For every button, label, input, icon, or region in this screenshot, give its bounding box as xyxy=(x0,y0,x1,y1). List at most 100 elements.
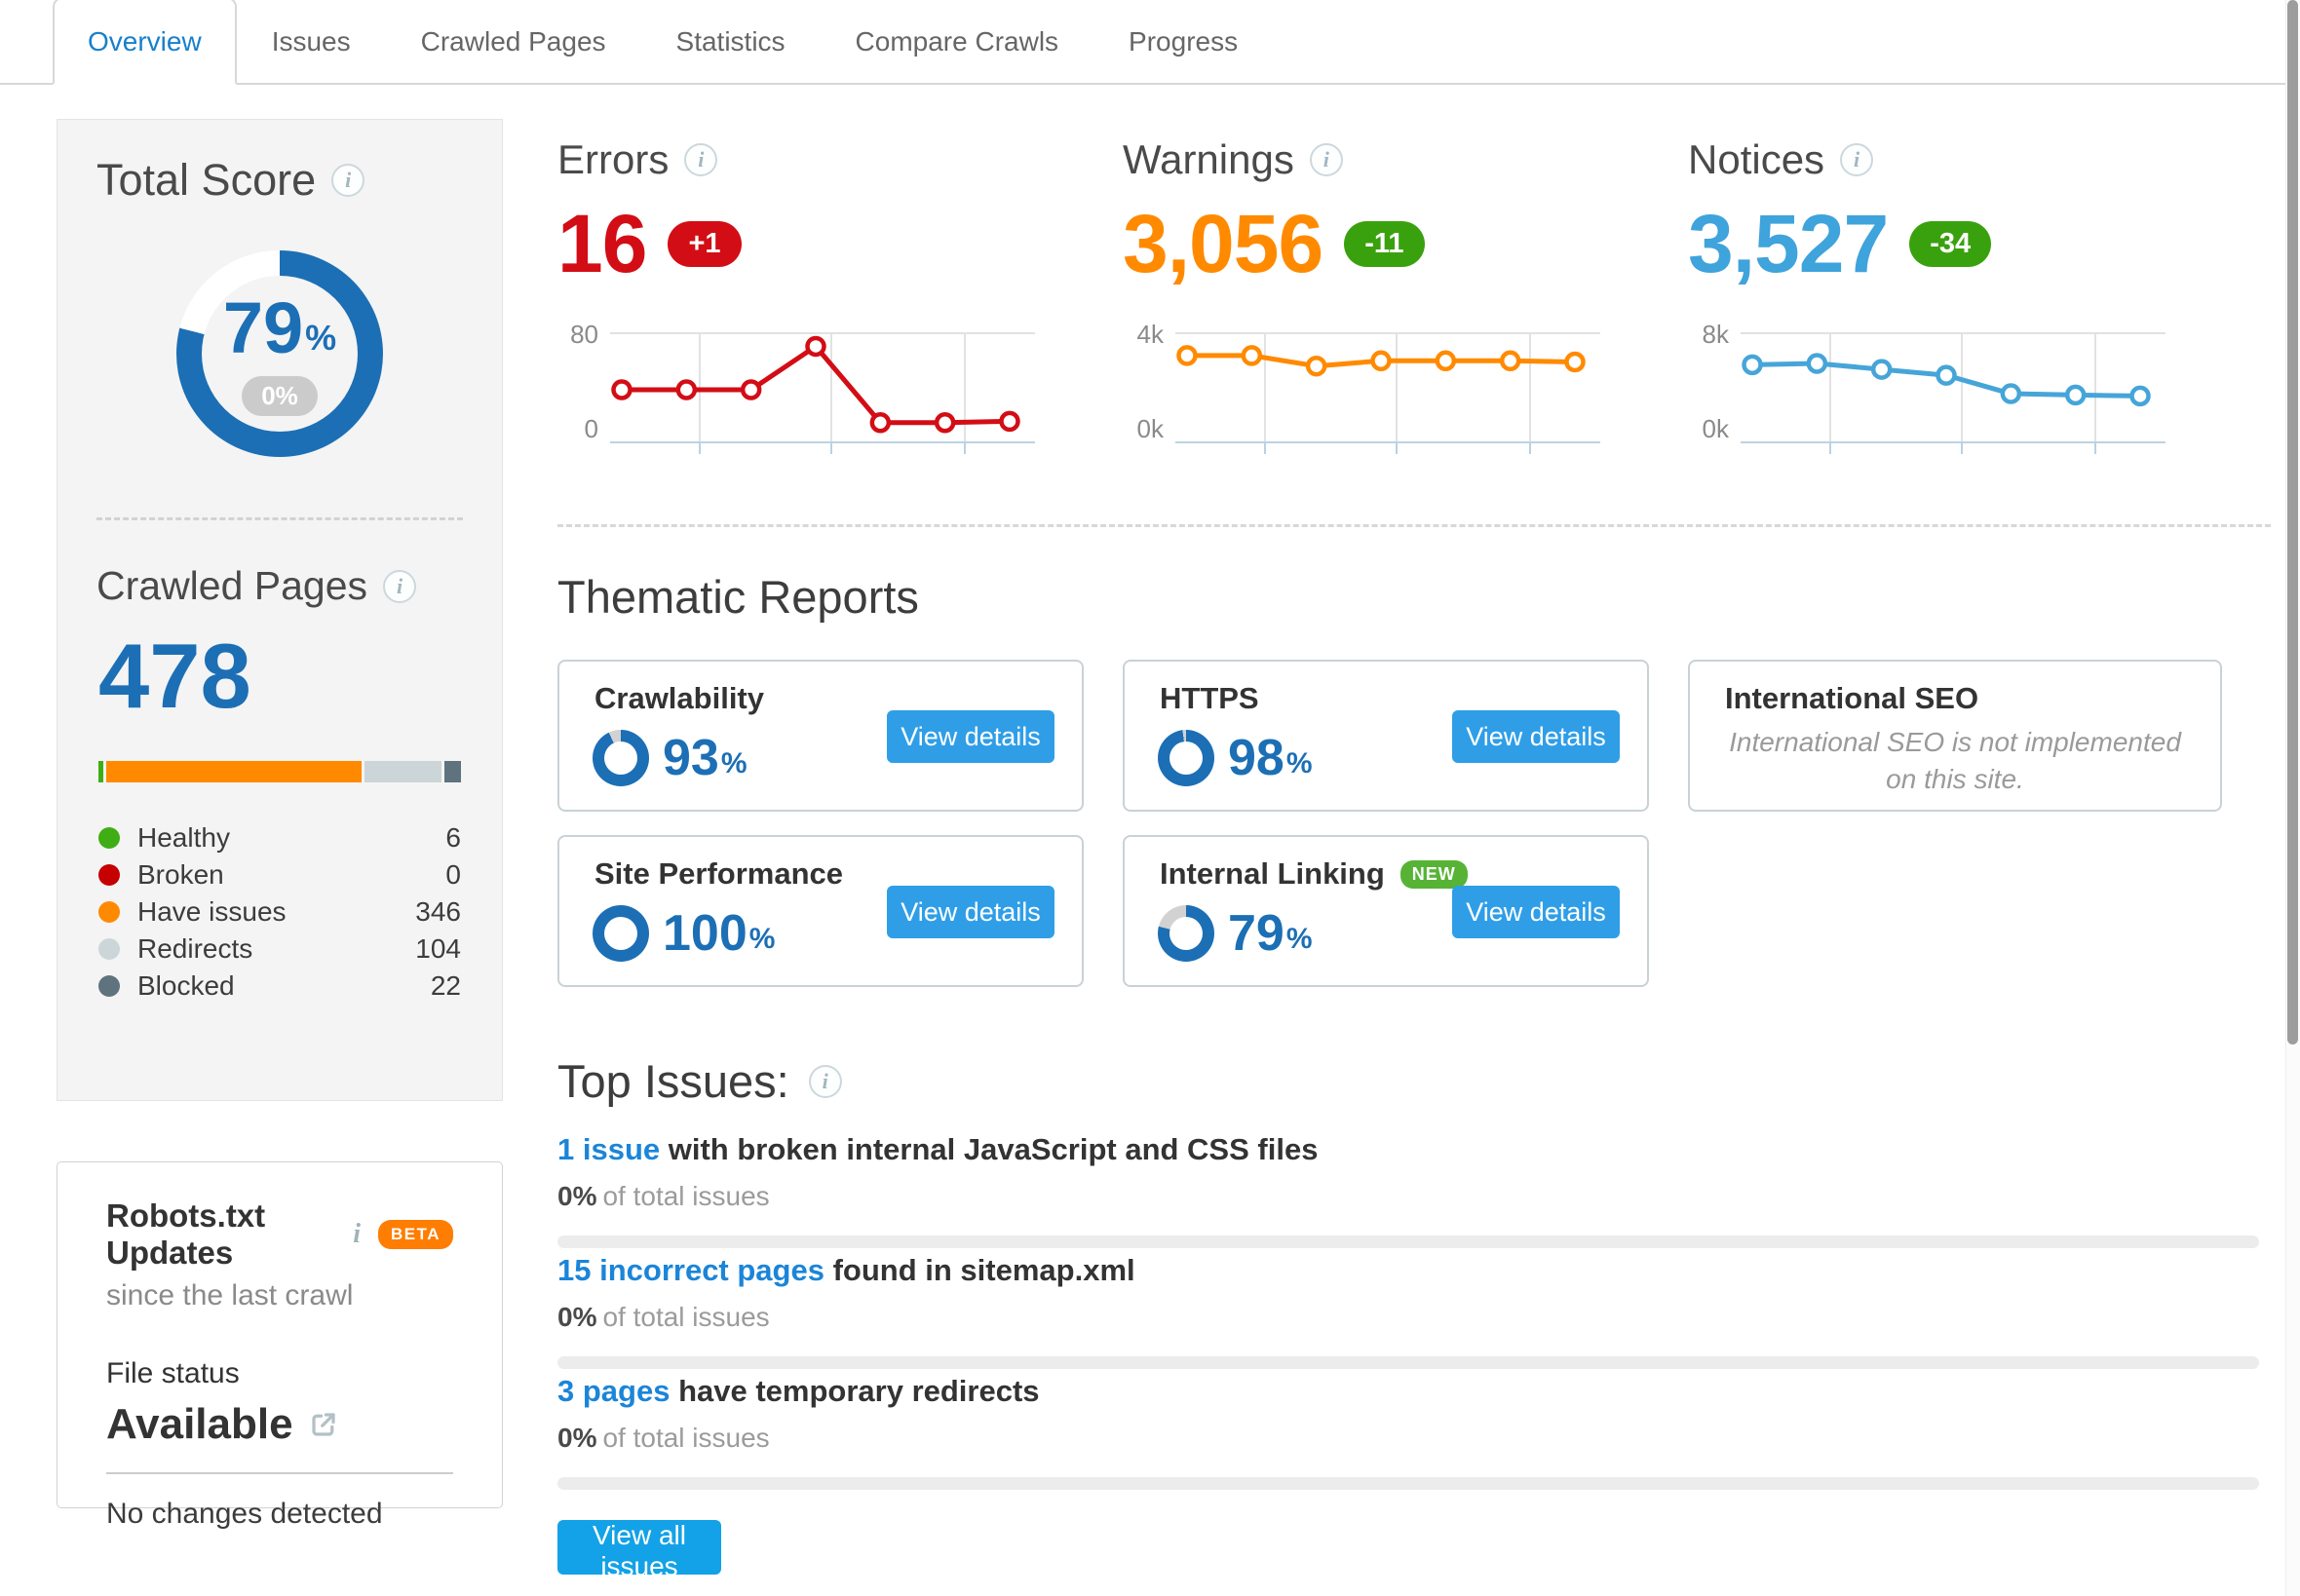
issue-percentage: 0% of total issues xyxy=(557,1423,2259,1454)
view-all-issues-button[interactable]: View all issues xyxy=(557,1520,721,1581)
warnings-delta-badge: -11 xyxy=(1344,220,1425,267)
issue-pct-value: 0% xyxy=(557,1181,597,1211)
info-icon[interactable]: i xyxy=(684,143,718,176)
percent-sign: % xyxy=(1285,747,1313,779)
tab-overview[interactable]: Overview xyxy=(53,0,237,85)
file-status-link[interactable]: Available xyxy=(106,1400,453,1449)
legend-row-healthy: Healthy 6 xyxy=(98,819,461,856)
file-status-label: File status xyxy=(106,1357,240,1389)
issue-item-temporary-redirects: 3 pages have temporary redirects 0% of to… xyxy=(557,1374,2259,1490)
international-seo-note: International SEO is not implemented on … xyxy=(1729,727,2181,794)
warnings-chart: 4k 0k xyxy=(1123,320,1639,456)
card-internal-linking: Internal Linking NEW 79% View details xyxy=(1123,835,1649,987)
tab-bar: Overview Issues Crawled Pages Statistics… xyxy=(0,0,2286,85)
issue-description: have temporary redirects xyxy=(678,1374,1040,1408)
crawled-bar-segment xyxy=(105,761,363,782)
warnings-header: Warnings i xyxy=(1123,136,1639,183)
card-international-seo: International SEO International SEO is n… xyxy=(1688,660,2222,812)
card-score: 79% xyxy=(1158,905,1313,962)
notices-sparkline xyxy=(1741,332,2166,454)
notices-metric: Notices i 3,527 -34 8k 0k xyxy=(1688,136,2204,456)
issue-text: 3 pages have temporary redirects xyxy=(557,1374,2259,1409)
card-score: 93% xyxy=(593,730,748,786)
warnings-count: 3,056 xyxy=(1123,198,1323,289)
vertical-scrollbar-track[interactable] xyxy=(2285,0,2300,1596)
y-max-label: 80 xyxy=(570,320,598,349)
card-title-text: Internal Linking xyxy=(1160,856,1385,891)
issue-link[interactable]: 1 issue xyxy=(557,1132,660,1166)
vertical-scrollbar-thumb[interactable] xyxy=(2287,0,2298,1045)
score-number: 98 xyxy=(1228,730,1284,786)
issue-link[interactable]: 3 pages xyxy=(557,1374,670,1408)
total-score-delta-badge: 0% xyxy=(242,375,318,416)
robots-divider xyxy=(106,1472,453,1474)
file-status-value: Available xyxy=(106,1400,293,1448)
https-donut xyxy=(1158,730,1214,786)
errors-delta-badge: +1 xyxy=(668,220,742,267)
crawled-pages-header: Crawled Pages i xyxy=(58,520,502,609)
thematic-reports-title: Thematic Reports xyxy=(557,570,919,624)
tab-statistics[interactable]: Statistics xyxy=(641,1,821,85)
info-icon[interactable]: i xyxy=(353,1219,361,1250)
broken-dot-icon xyxy=(98,864,120,886)
card-title: Crawlability xyxy=(594,681,764,716)
https-score: 98% xyxy=(1228,733,1313,783)
blocked-dot-icon xyxy=(98,975,120,997)
info-icon[interactable]: i xyxy=(383,569,417,603)
tab-compare-crawls[interactable]: Compare Crawls xyxy=(821,1,1094,85)
donut-hole xyxy=(604,917,637,950)
info-icon[interactable]: i xyxy=(808,1064,842,1098)
section-divider xyxy=(557,524,2271,527)
y-max-label: 4k xyxy=(1136,320,1164,349)
notices-value-row: 3,527 -34 xyxy=(1688,199,2204,288)
legend-label: Healthy xyxy=(137,822,230,853)
internal-linking-score: 79% xyxy=(1228,908,1313,959)
crawled-pages-stacked-bar xyxy=(98,761,461,782)
view-details-button[interactable]: View details xyxy=(1452,710,1620,763)
issue-pct-suffix: of total issues xyxy=(602,1181,770,1211)
errors-sparkline xyxy=(610,332,1035,454)
issue-percentage: 0% of total issues xyxy=(557,1181,2259,1212)
warnings-chart-ylabels: 4k 0k xyxy=(1123,320,1175,444)
site-audit-overview-page: Overview Issues Crawled Pages Statistics… xyxy=(0,0,2300,1596)
issue-item-broken-js-css: 1 issue with broken internal JavaScript … xyxy=(557,1132,2259,1248)
info-icon[interactable]: i xyxy=(331,164,365,197)
healthy-dot-icon xyxy=(98,827,120,849)
card-https: HTTPS 98% View details xyxy=(1123,660,1649,812)
tab-issues[interactable]: Issues xyxy=(237,1,386,85)
info-icon[interactable]: i xyxy=(1309,143,1343,176)
site-performance-score: 100% xyxy=(663,908,775,959)
errors-count: 16 xyxy=(557,198,647,289)
view-details-button[interactable]: View details xyxy=(887,710,1054,763)
tab-crawled-pages[interactable]: Crawled Pages xyxy=(386,1,641,85)
card-score: 98% xyxy=(1158,730,1313,786)
view-details-button[interactable]: View details xyxy=(887,886,1054,938)
issue-pct-suffix: of total issues xyxy=(602,1302,770,1332)
legend-label: Blocked xyxy=(137,970,235,1001)
card-title-text: HTTPS xyxy=(1160,681,1259,715)
redirects-dot-icon xyxy=(98,938,120,960)
card-crawlability: Crawlability 93% View details xyxy=(557,660,1084,812)
y-min-label: 0k xyxy=(1702,414,1729,443)
issue-link[interactable]: 15 incorrect pages xyxy=(557,1253,824,1287)
thematic-reports-title-text: Thematic Reports xyxy=(557,571,919,623)
total-score-panel: Total Score i 79 % 0% Crawled Pages i 47… xyxy=(57,119,503,1101)
notices-title: Notices xyxy=(1688,136,1825,182)
errors-value-row: 16 +1 xyxy=(557,199,1074,288)
robots-subtitle: since the last crawl xyxy=(106,1279,354,1311)
info-icon[interactable]: i xyxy=(1840,143,1874,176)
total-score-donut-center: 79 % 0% xyxy=(202,276,358,432)
legend-label: Redirects xyxy=(137,933,253,964)
issue-description: found in sitemap.xml xyxy=(832,1253,1135,1287)
external-link-icon[interactable] xyxy=(309,1410,338,1439)
score-number: 79 xyxy=(1228,905,1284,962)
view-details-button[interactable]: View details xyxy=(1452,886,1620,938)
card-title: International SEO xyxy=(1725,681,1978,716)
card-title: Internal Linking NEW xyxy=(1160,856,1468,892)
issue-pct-suffix: of total issues xyxy=(602,1423,770,1453)
notices-delta-badge: -34 xyxy=(1909,220,1992,267)
issue-pct-value: 0% xyxy=(557,1302,597,1332)
warnings-value-row: 3,056 -11 xyxy=(1123,199,1639,288)
tab-progress[interactable]: Progress xyxy=(1093,1,1273,85)
errors-title: Errors xyxy=(557,136,670,182)
